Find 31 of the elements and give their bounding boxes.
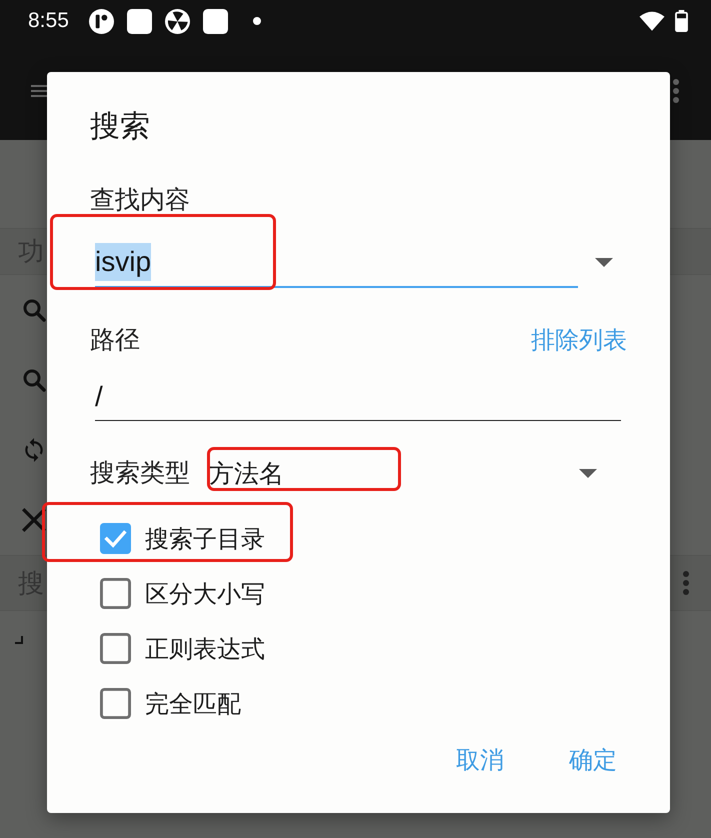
caret-icon[interactable] [595,258,613,267]
corner-icon [15,636,23,644]
rounded-square-icon [202,8,228,34]
rounded-square-icon [126,8,152,34]
close-icon[interactable] [22,508,46,532]
search-icon[interactable] [22,298,46,322]
battery-icon [675,10,688,32]
checkbox-label: 区分大小写 [145,580,265,610]
caret-icon[interactable] [579,468,597,478]
checkbox-label: 完全匹配 [145,690,241,720]
field-label: 查找内容 [90,187,190,213]
checkbox[interactable] [100,633,131,664]
wifi-icon [639,10,665,32]
checkbox-label: 正则表达式 [145,634,265,664]
more-icon[interactable] [683,571,689,595]
search-text-field[interactable]: isvip [95,238,578,288]
search-type-dropdown[interactable]: 方法名 [209,456,597,490]
field-label: 搜索类型 [90,458,190,489]
search-icon[interactable] [22,368,46,392]
checkbox[interactable] [100,688,131,719]
checkbox[interactable] [100,578,131,609]
pinwheel-icon [164,8,190,34]
more-icon[interactable] [673,79,679,103]
field-label: 路径 [90,325,140,356]
status-time: 8:55 [28,9,69,33]
dialog-title: 搜索 [90,109,150,145]
checkbox-label: 搜索子目录 [145,524,265,554]
circle-logo-icon [88,8,114,34]
checkbox[interactable] [100,523,131,554]
dot-icon [252,17,261,25]
path-text-field[interactable]: / [95,374,621,421]
